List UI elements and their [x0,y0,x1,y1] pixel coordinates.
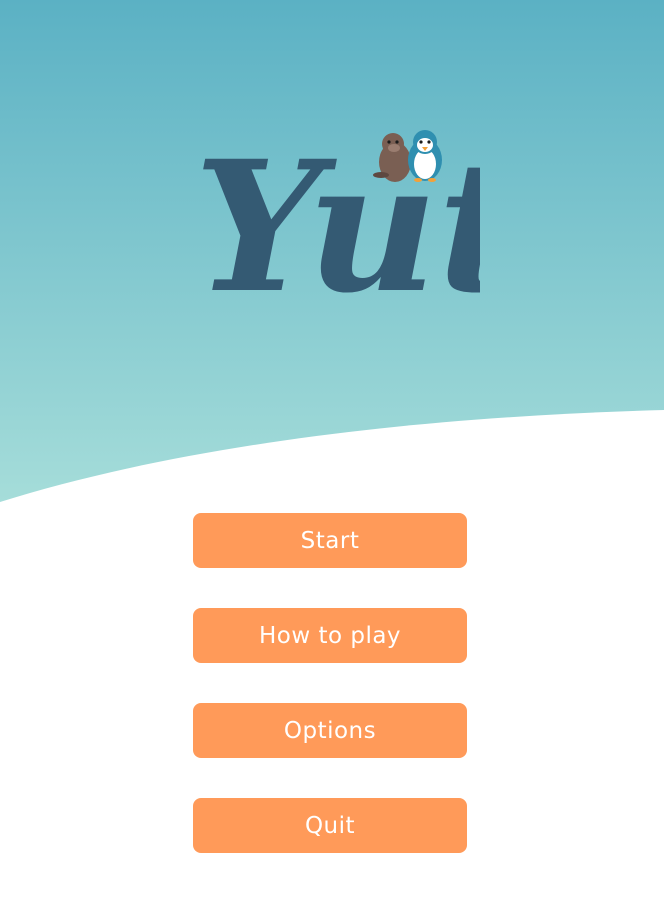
options-button[interactable]: Options [193,703,467,758]
main-menu: Start How to play Options Quit [193,513,467,853]
quit-button[interactable]: Quit [193,798,467,853]
how-to-play-button[interactable]: How to play [193,608,467,663]
game-logo: Yut [194,122,480,320]
start-button[interactable]: Start [193,513,467,568]
